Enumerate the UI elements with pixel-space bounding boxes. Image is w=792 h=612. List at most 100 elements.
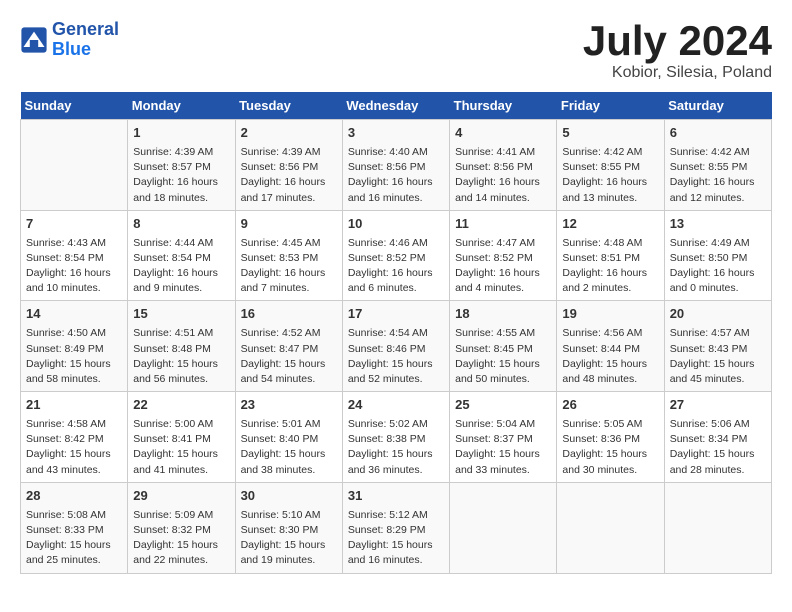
day-number: 1 bbox=[133, 124, 229, 143]
weekday-header-saturday: Saturday bbox=[664, 92, 771, 120]
month-title: July 2024 bbox=[583, 20, 772, 62]
location: Kobior, Silesia, Poland bbox=[583, 64, 772, 82]
day-info: Sunrise: 5:10 AMSunset: 8:30 PMDaylight:… bbox=[241, 508, 337, 569]
calendar-cell: 23 Sunrise: 5:01 AMSunset: 8:40 PMDayligh… bbox=[235, 392, 342, 483]
day-number: 26 bbox=[562, 396, 658, 415]
day-info: Sunrise: 4:44 AMSunset: 8:54 PMDaylight:… bbox=[133, 236, 229, 297]
logo: General Blue bbox=[20, 20, 119, 60]
day-number: 10 bbox=[348, 215, 444, 234]
calendar-cell: 16 Sunrise: 4:52 AMSunset: 8:47 PMDayligh… bbox=[235, 301, 342, 392]
day-info: Sunrise: 4:56 AMSunset: 8:44 PMDaylight:… bbox=[562, 326, 658, 387]
calendar-cell: 18 Sunrise: 4:55 AMSunset: 8:45 PMDayligh… bbox=[450, 301, 557, 392]
weekday-header-thursday: Thursday bbox=[450, 92, 557, 120]
calendar-cell: 12 Sunrise: 4:48 AMSunset: 8:51 PMDayligh… bbox=[557, 210, 664, 301]
calendar-cell: 21Sunrise: 4:58 AMSunset: 8:42 PMDayligh… bbox=[21, 392, 128, 483]
day-info: Sunrise: 4:39 AMSunset: 8:56 PMDaylight:… bbox=[241, 145, 337, 206]
day-number: 14 bbox=[26, 305, 122, 324]
day-info: Sunrise: 4:39 AMSunset: 8:57 PMDaylight:… bbox=[133, 145, 229, 206]
calendar-table: SundayMondayTuesdayWednesdayThursdayFrid… bbox=[20, 92, 772, 574]
calendar-cell: 14 Sunrise: 4:50 AMSunset: 8:49 PMDayligh… bbox=[21, 301, 128, 392]
day-info: Sunrise: 4:57 AMSunset: 8:43 PMDaylight:… bbox=[670, 326, 766, 387]
logo-text: General Blue bbox=[52, 20, 119, 60]
weekday-header-friday: Friday bbox=[557, 92, 664, 120]
day-number: 29 bbox=[133, 487, 229, 506]
calendar-cell: 17Sunrise: 4:54 AMSunset: 8:46 PMDayligh… bbox=[342, 301, 449, 392]
calendar-cell bbox=[21, 120, 128, 211]
calendar-cell: 22 Sunrise: 5:00 AMSunset: 8:41 PMDayligh… bbox=[128, 392, 235, 483]
day-info: Sunrise: 4:47 AMSunset: 8:52 PMDaylight:… bbox=[455, 236, 551, 297]
day-info: Sunrise: 5:01 AMSunset: 8:40 PMDaylight:… bbox=[241, 417, 337, 478]
calendar-cell bbox=[664, 482, 771, 573]
weekday-header-monday: Monday bbox=[128, 92, 235, 120]
day-info: Sunrise: 4:48 AMSunset: 8:51 PMDaylight:… bbox=[562, 236, 658, 297]
calendar-cell: 31 Sunrise: 5:12 AMSunset: 8:29 PMDayligh… bbox=[342, 482, 449, 573]
day-info: Sunrise: 5:02 AMSunset: 8:38 PMDaylight:… bbox=[348, 417, 444, 478]
day-info: Sunrise: 5:06 AMSunset: 8:34 PMDaylight:… bbox=[670, 417, 766, 478]
calendar-cell: 6 Sunrise: 4:42 AMSunset: 8:55 PMDaylight… bbox=[664, 120, 771, 211]
calendar-cell: 1 Sunrise: 4:39 AMSunset: 8:57 PMDaylight… bbox=[128, 120, 235, 211]
day-info: Sunrise: 4:51 AMSunset: 8:48 PMDaylight:… bbox=[133, 326, 229, 387]
day-info: Sunrise: 4:42 AMSunset: 8:55 PMDaylight:… bbox=[670, 145, 766, 206]
day-info: Sunrise: 4:49 AMSunset: 8:50 PMDaylight:… bbox=[670, 236, 766, 297]
calendar-cell: 19Sunrise: 4:56 AMSunset: 8:44 PMDayligh… bbox=[557, 301, 664, 392]
day-info: Sunrise: 4:41 AMSunset: 8:56 PMDaylight:… bbox=[455, 145, 551, 206]
logo-icon bbox=[20, 26, 48, 54]
day-info: Sunrise: 4:58 AMSunset: 8:42 PMDaylight:… bbox=[26, 417, 122, 478]
day-info: Sunrise: 4:42 AMSunset: 8:55 PMDaylight:… bbox=[562, 145, 658, 206]
calendar-cell: 13 Sunrise: 4:49 AMSunset: 8:50 PMDayligh… bbox=[664, 210, 771, 301]
day-info: Sunrise: 4:43 AMSunset: 8:54 PMDaylight:… bbox=[26, 236, 122, 297]
calendar-cell: 7 Sunrise: 4:43 AMSunset: 8:54 PMDaylight… bbox=[21, 210, 128, 301]
day-number: 20 bbox=[670, 305, 766, 324]
day-number: 6 bbox=[670, 124, 766, 143]
day-info: Sunrise: 5:09 AMSunset: 8:32 PMDaylight:… bbox=[133, 508, 229, 569]
day-number: 11 bbox=[455, 215, 551, 234]
day-number: 15 bbox=[133, 305, 229, 324]
calendar-cell: 9 Sunrise: 4:45 AMSunset: 8:53 PMDaylight… bbox=[235, 210, 342, 301]
day-number: 22 bbox=[133, 396, 229, 415]
day-number: 18 bbox=[455, 305, 551, 324]
calendar-cell: 30 Sunrise: 5:10 AMSunset: 8:30 PMDayligh… bbox=[235, 482, 342, 573]
day-info: Sunrise: 4:50 AMSunset: 8:49 PMDaylight:… bbox=[26, 326, 122, 387]
day-info: Sunrise: 5:12 AMSunset: 8:29 PMDaylight:… bbox=[348, 508, 444, 569]
calendar-week-5: 28Sunrise: 5:08 AMSunset: 8:33 PMDayligh… bbox=[21, 482, 772, 573]
day-number: 2 bbox=[241, 124, 337, 143]
calendar-cell: 8 Sunrise: 4:44 AMSunset: 8:54 PMDaylight… bbox=[128, 210, 235, 301]
calendar-cell bbox=[557, 482, 664, 573]
calendar-cell: 24 Sunrise: 5:02 AMSunset: 8:38 PMDayligh… bbox=[342, 392, 449, 483]
calendar-cell: 25Sunrise: 5:04 AMSunset: 8:37 PMDayligh… bbox=[450, 392, 557, 483]
calendar-cell: 5 Sunrise: 4:42 AMSunset: 8:55 PMDaylight… bbox=[557, 120, 664, 211]
day-number: 23 bbox=[241, 396, 337, 415]
calendar-cell: 10 Sunrise: 4:46 AMSunset: 8:52 PMDayligh… bbox=[342, 210, 449, 301]
calendar-cell: 11 Sunrise: 4:47 AMSunset: 8:52 PMDayligh… bbox=[450, 210, 557, 301]
day-number: 16 bbox=[241, 305, 337, 324]
page-header: General Blue July 2024 Kobior, Silesia, … bbox=[20, 20, 772, 82]
day-number: 30 bbox=[241, 487, 337, 506]
day-number: 25 bbox=[455, 396, 551, 415]
weekday-header-row: SundayMondayTuesdayWednesdayThursdayFrid… bbox=[21, 92, 772, 120]
day-number: 8 bbox=[133, 215, 229, 234]
calendar-week-3: 14 Sunrise: 4:50 AMSunset: 8:49 PMDayligh… bbox=[21, 301, 772, 392]
day-info: Sunrise: 4:46 AMSunset: 8:52 PMDaylight:… bbox=[348, 236, 444, 297]
calendar-cell: 20 Sunrise: 4:57 AMSunset: 8:43 PMDayligh… bbox=[664, 301, 771, 392]
day-info: Sunrise: 5:00 AMSunset: 8:41 PMDaylight:… bbox=[133, 417, 229, 478]
calendar-cell: 2 Sunrise: 4:39 AMSunset: 8:56 PMDaylight… bbox=[235, 120, 342, 211]
day-number: 13 bbox=[670, 215, 766, 234]
day-number: 3 bbox=[348, 124, 444, 143]
weekday-header-sunday: Sunday bbox=[21, 92, 128, 120]
weekday-header-wednesday: Wednesday bbox=[342, 92, 449, 120]
day-number: 27 bbox=[670, 396, 766, 415]
calendar-week-2: 7 Sunrise: 4:43 AMSunset: 8:54 PMDaylight… bbox=[21, 210, 772, 301]
calendar-cell: 15 Sunrise: 4:51 AMSunset: 8:48 PMDayligh… bbox=[128, 301, 235, 392]
day-number: 9 bbox=[241, 215, 337, 234]
day-info: Sunrise: 4:52 AMSunset: 8:47 PMDaylight:… bbox=[241, 326, 337, 387]
day-number: 31 bbox=[348, 487, 444, 506]
day-info: Sunrise: 4:45 AMSunset: 8:53 PMDaylight:… bbox=[241, 236, 337, 297]
day-number: 28 bbox=[26, 487, 122, 506]
calendar-cell: 29 Sunrise: 5:09 AMSunset: 8:32 PMDayligh… bbox=[128, 482, 235, 573]
day-info: Sunrise: 4:55 AMSunset: 8:45 PMDaylight:… bbox=[455, 326, 551, 387]
day-number: 24 bbox=[348, 396, 444, 415]
day-number: 7 bbox=[26, 215, 122, 234]
day-number: 5 bbox=[562, 124, 658, 143]
day-number: 4 bbox=[455, 124, 551, 143]
day-number: 12 bbox=[562, 215, 658, 234]
